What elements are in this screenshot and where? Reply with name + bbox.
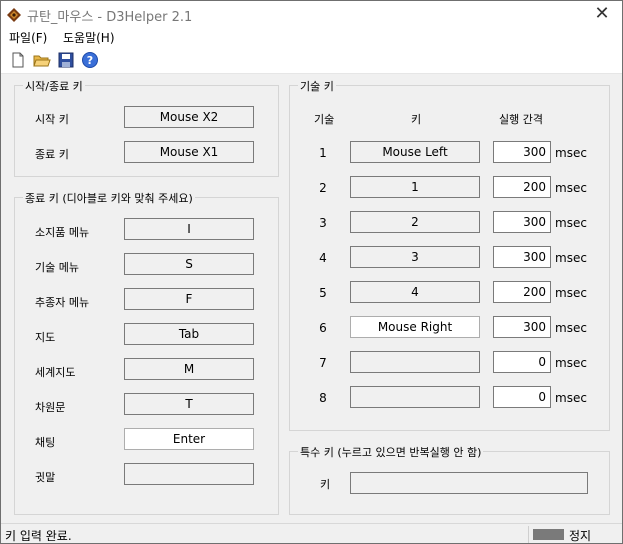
skill-menu-label: 기술 메뉴 (35, 261, 79, 274)
portal-label: 차원문 (35, 401, 66, 414)
skill-row-7-key[interactable] (350, 351, 480, 373)
whisper-field[interactable] (124, 463, 254, 485)
skill-row-5-unit: msec (555, 286, 587, 300)
skill-row-4-interval[interactable]: 300 (493, 246, 551, 268)
help-icon[interactable]: ? (81, 51, 99, 69)
start-key-label: 시작 키 (35, 113, 69, 126)
stop-key-field[interactable]: Mouse X1 (124, 141, 254, 163)
menu-file[interactable]: 파일(F) (9, 29, 47, 46)
special-key-label: 키 (320, 478, 331, 491)
interval-column-header: 실행 간격 (499, 113, 543, 126)
open-folder-icon[interactable] (33, 51, 51, 69)
status-message: 키 입력 완료. (5, 529, 72, 543)
app-window: 규탄_마우스 - D3Helper 2.1 ✕ 파일(F) 도움말(H) ? 시… (0, 0, 623, 544)
skill-row-8-key[interactable] (350, 386, 480, 408)
menu-bar: 파일(F) 도움말(H) (1, 27, 622, 47)
skill-row-4-number: 4 (319, 251, 327, 265)
stop-keys-group-title: 종료 키 (디아블로 키와 맞춰 주세요) (23, 190, 195, 206)
status-separator (528, 526, 529, 543)
special-key-field[interactable] (350, 472, 588, 494)
skill-row-6-key[interactable]: Mouse Right (350, 316, 480, 338)
key-column-header: 키 (411, 113, 422, 126)
skill-row-5-key[interactable]: 4 (350, 281, 480, 303)
skill-row-3-unit: msec (555, 216, 587, 230)
skill-row-3-number: 3 (319, 216, 327, 230)
skill-row-3-key[interactable]: 2 (350, 211, 480, 233)
start-stop-group: 시작/종료 키 시작 키 Mouse X2 종료 키 Mouse X1 (14, 78, 279, 177)
skill-row-1-interval[interactable]: 300 (493, 141, 551, 163)
skill-row-8-interval[interactable]: 0 (493, 386, 551, 408)
skill-row-7-number: 7 (319, 356, 327, 370)
skill-row-8-unit: msec (555, 391, 587, 405)
whisper-label: 귓말 (35, 471, 56, 484)
skill-row-2-interval[interactable]: 200 (493, 176, 551, 198)
title-bar: 규탄_마우스 - D3Helper 2.1 ✕ (1, 1, 622, 27)
skill-menu-field[interactable]: S (124, 253, 254, 275)
skill-row-2-number: 2 (319, 181, 327, 195)
stop-key-label: 종료 키 (35, 148, 69, 161)
follower-menu-field[interactable]: F (124, 288, 254, 310)
skill-row-4-unit: msec (555, 251, 587, 265)
status-bar: 키 입력 완료. 정지 (1, 523, 622, 543)
inventory-menu-label: 소지품 메뉴 (35, 226, 90, 239)
svg-text:?: ? (87, 54, 93, 67)
skill-row-1-number: 1 (319, 146, 327, 160)
skill-row-5-number: 5 (319, 286, 327, 300)
skill-row-6-unit: msec (555, 321, 587, 335)
stop-keys-group: 종료 키 (디아블로 키와 맞춰 주세요) 소지품 메뉴 I 기술 메뉴 S 추… (14, 190, 279, 515)
skill-keys-group-title: 기술 키 (298, 78, 336, 94)
window-title: 규탄_마우스 - D3Helper 2.1 (27, 10, 193, 25)
skill-row-2-unit: msec (555, 181, 587, 195)
world-map-field[interactable]: M (124, 358, 254, 380)
map-field[interactable]: Tab (124, 323, 254, 345)
skill-keys-group: 기술 키 기술 키 실행 간격 1 Mouse Left 300 msec 2 … (289, 78, 610, 431)
app-diamond-icon (7, 8, 21, 22)
save-disk-icon[interactable] (57, 51, 75, 69)
skill-row-5-interval[interactable]: 200 (493, 281, 551, 303)
inventory-menu-field[interactable]: I (124, 218, 254, 240)
menu-help[interactable]: 도움말(H) (63, 29, 115, 46)
chat-label: 채팅 (35, 436, 56, 449)
skill-row-8-number: 8 (319, 391, 327, 405)
skill-row-7-unit: msec (555, 356, 587, 370)
start-stop-group-title: 시작/종료 키 (23, 78, 85, 94)
status-indicator (533, 529, 564, 540)
skill-row-6-interval[interactable]: 300 (493, 316, 551, 338)
skill-column-header: 기술 (314, 113, 335, 126)
toolbar: ? (1, 47, 622, 74)
skill-row-1-unit: msec (555, 146, 587, 160)
portal-field[interactable]: T (124, 393, 254, 415)
special-key-group: 특수 키 (누르고 있으면 반복실행 안 함) 키 (289, 444, 610, 515)
skill-row-6-number: 6 (319, 321, 327, 335)
follower-menu-label: 추종자 메뉴 (35, 296, 90, 309)
status-state: 정지 (569, 529, 592, 543)
skill-row-1-key[interactable]: Mouse Left (350, 141, 480, 163)
close-button[interactable]: ✕ (588, 3, 616, 25)
world-map-label: 세계지도 (35, 366, 76, 379)
new-file-icon[interactable] (9, 51, 27, 69)
skill-row-4-key[interactable]: 3 (350, 246, 480, 268)
special-key-group-title: 특수 키 (누르고 있으면 반복실행 안 함) (298, 444, 484, 460)
skill-row-7-interval[interactable]: 0 (493, 351, 551, 373)
map-label: 지도 (35, 331, 56, 344)
chat-field[interactable]: Enter (124, 428, 254, 450)
skill-row-2-key[interactable]: 1 (350, 176, 480, 198)
start-key-field[interactable]: Mouse X2 (124, 106, 254, 128)
skill-row-3-interval[interactable]: 300 (493, 211, 551, 233)
